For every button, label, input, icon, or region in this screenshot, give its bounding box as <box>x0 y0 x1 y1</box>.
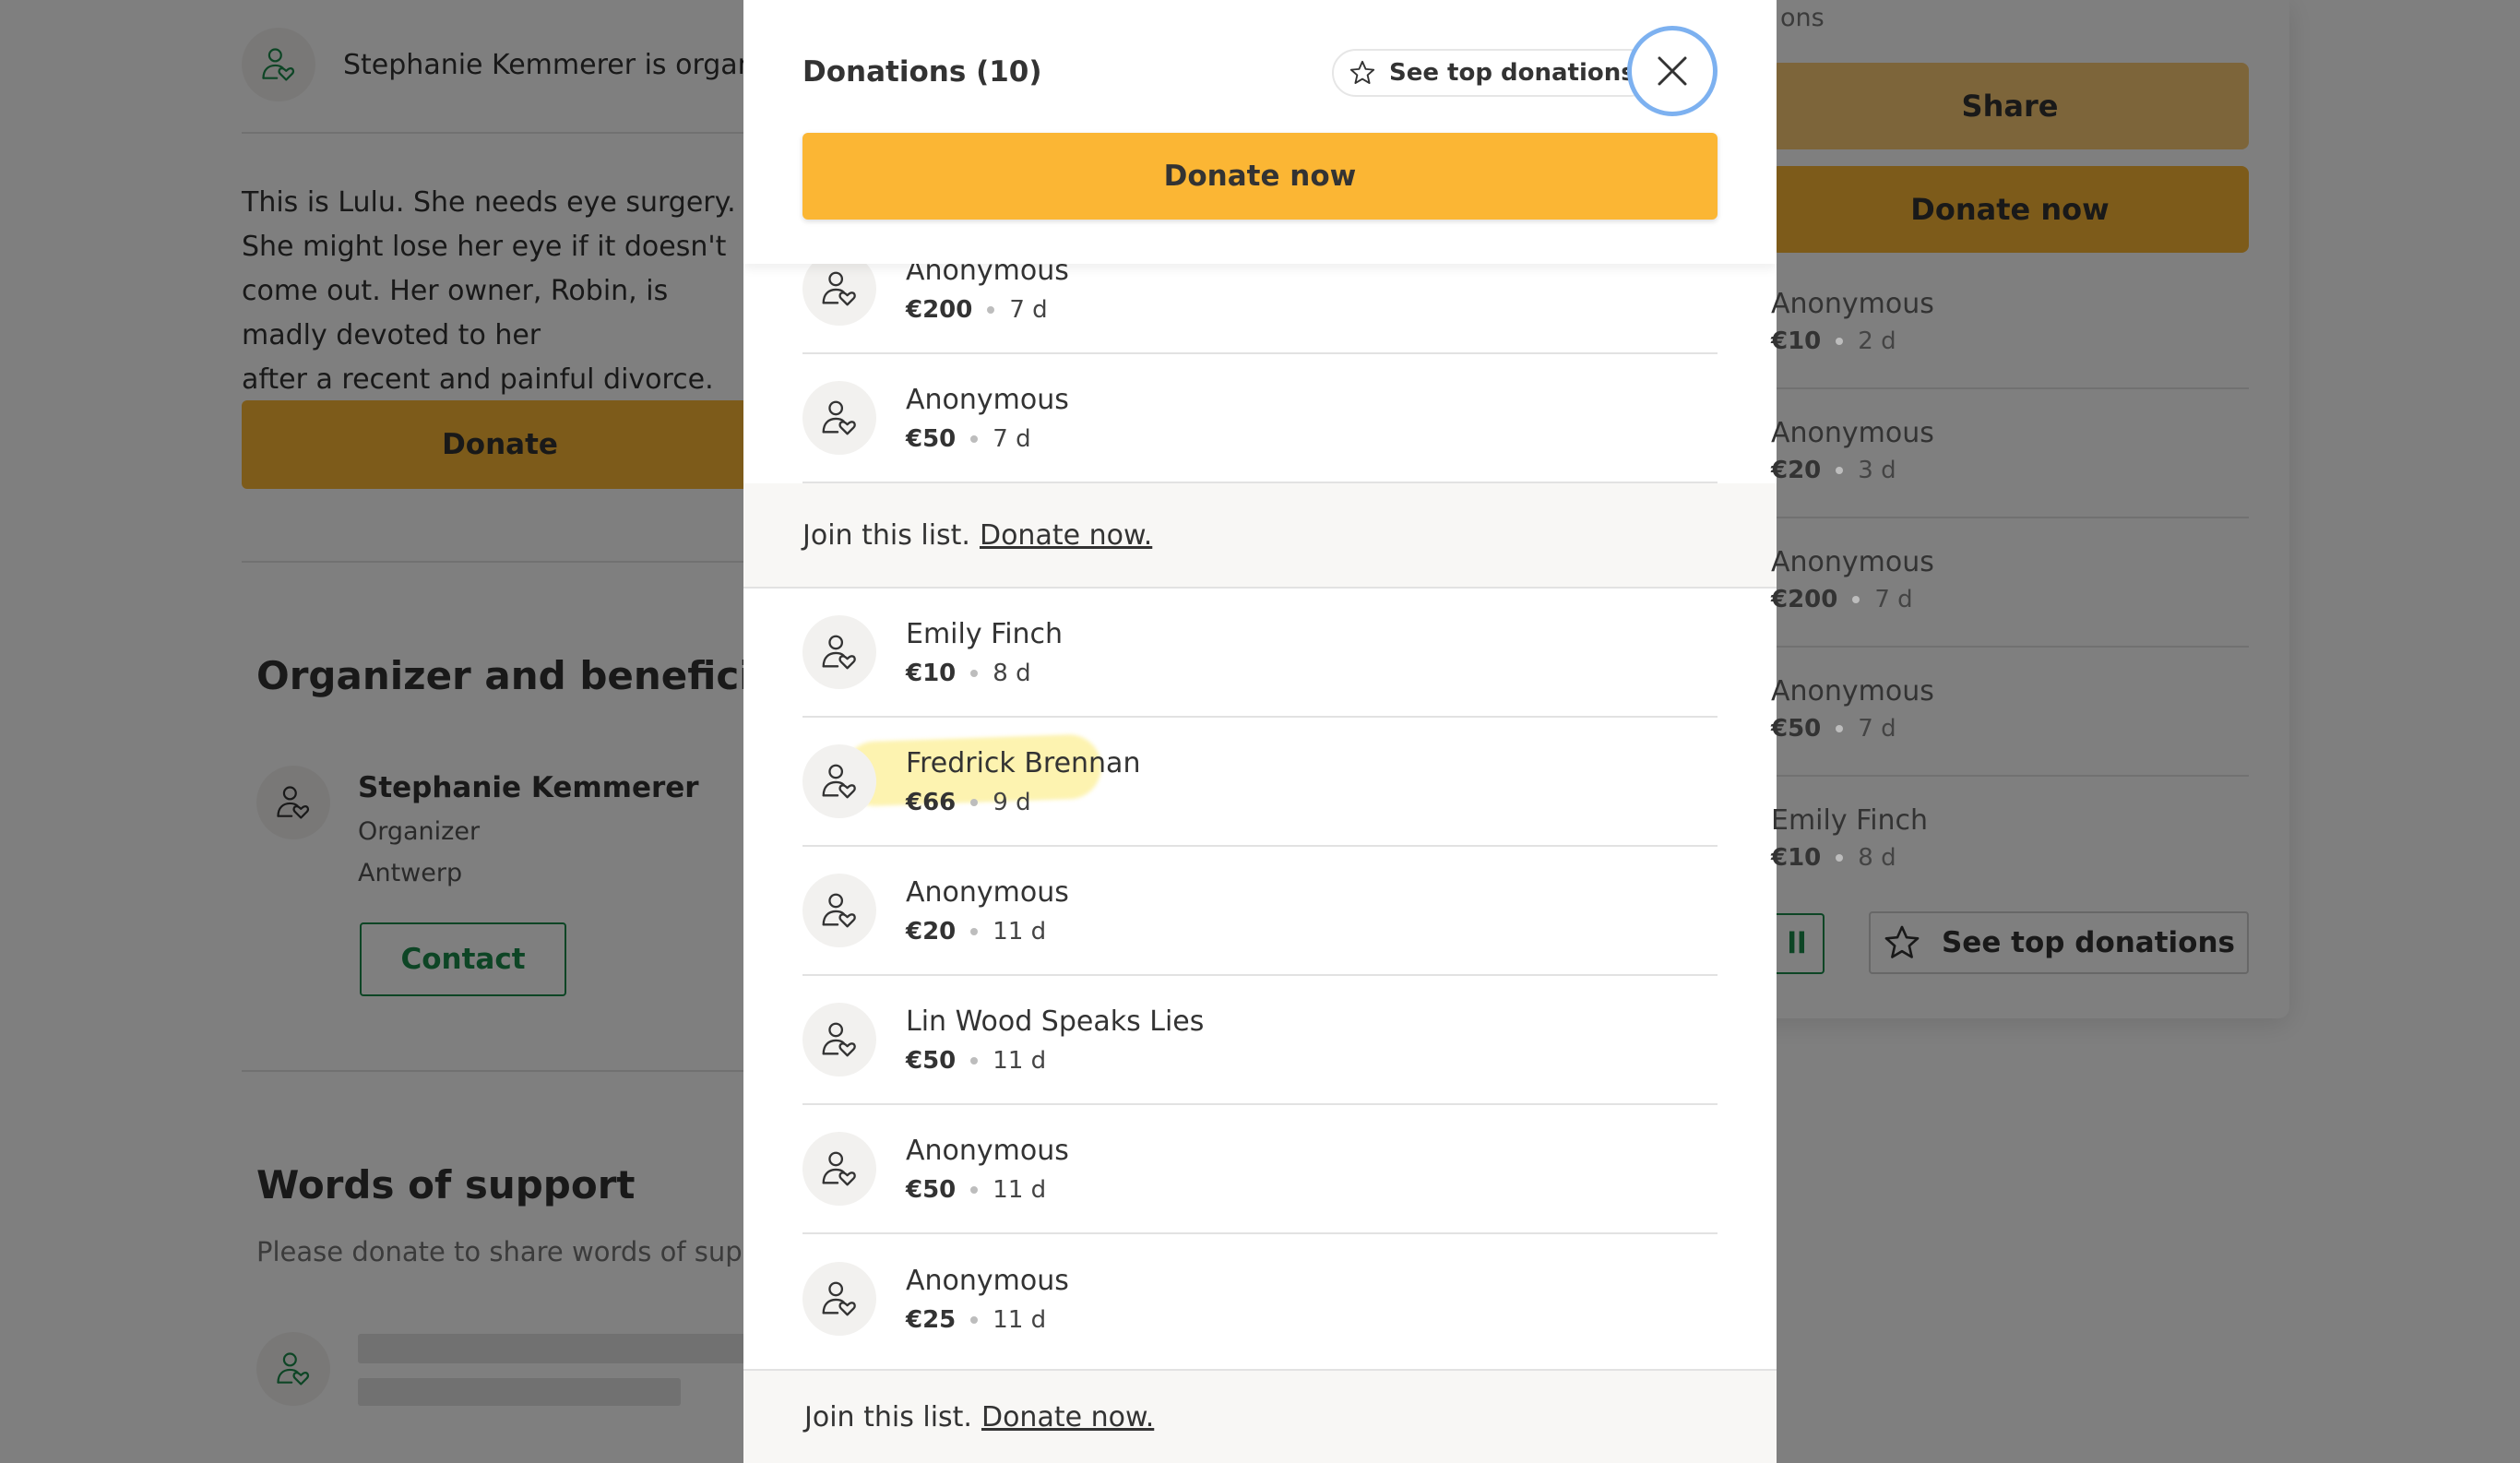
donor-name: Anonymous <box>1771 417 1934 449</box>
donation-meta: €66 9 d <box>906 789 1140 816</box>
join-text: Join this list. <box>804 1400 972 1433</box>
donor-heart-icon <box>802 615 876 689</box>
donation-meta: €200 7 d <box>1771 586 2249 613</box>
donation-time: 11 d <box>993 1175 1047 1204</box>
donation-amount: €50 <box>1771 715 1822 743</box>
star-icon <box>1349 59 1376 87</box>
close-icon <box>1658 56 1687 86</box>
donation-row: Anonymous €20 11 d <box>802 847 1718 976</box>
dot-separator <box>1836 854 1844 862</box>
donation-meta: €200 7 d <box>906 296 1069 324</box>
donation-meta: €50 11 d <box>906 1047 1204 1075</box>
donation-time: 3 d <box>1858 457 1896 484</box>
donor-name: Anonymous <box>1771 546 1934 578</box>
donation-meta: €10 8 d <box>906 660 1063 687</box>
close-button[interactable] <box>1627 26 1718 116</box>
donation-amount: €10 <box>906 659 957 687</box>
dot-separator <box>987 305 995 314</box>
donation-amount: €50 <box>906 1046 957 1075</box>
donor-name: Lin Wood Speaks Lies <box>906 1005 1205 1038</box>
donor-name: Anonymous <box>906 383 1069 416</box>
donation-time: 9 d <box>993 788 1031 816</box>
donation-time: 11 d <box>993 1046 1047 1075</box>
dot-separator <box>1852 596 1860 603</box>
donor-name: Fredrick Brennan <box>906 746 1141 779</box>
dot-separator <box>1836 467 1844 474</box>
donation-time: 11 d <box>993 917 1047 946</box>
dot-separator <box>970 927 979 935</box>
donor-name: Emily Finch <box>1771 804 1929 837</box>
donor-name: Emily Finch <box>906 617 1064 650</box>
donation-meta: €50 7 d <box>906 425 1069 453</box>
dot-separator <box>970 1056 979 1065</box>
donation-meta: €10 8 d <box>1771 844 2249 872</box>
donation-amount: €200 <box>906 295 973 324</box>
donation-row: Anonymous €50 7 d <box>802 354 1718 483</box>
join-text: Join this list. <box>802 518 970 552</box>
join-list-footer: Join this list. Donate now. <box>743 1369 1777 1463</box>
donation-meta: €10 2 d <box>1771 327 2249 355</box>
donation-amount: €20 <box>906 917 957 946</box>
modal-title: Donations (10) <box>802 55 1042 89</box>
donor-heart-icon <box>802 744 876 818</box>
donation-time: 2 d <box>1858 327 1896 355</box>
donor-heart-icon <box>802 874 876 947</box>
donation-row: Anonymous €25 11 d <box>802 1234 1718 1363</box>
dot-separator <box>970 434 979 443</box>
dot-separator <box>1836 725 1844 732</box>
donation-amount: €200 <box>1771 586 1838 613</box>
donation-list: Anonymous €200 7 d Anonymous €50 7 d Join … <box>743 225 1777 1363</box>
donation-time: 7 d <box>993 424 1031 453</box>
donation-meta: €20 3 d <box>1771 457 2249 484</box>
see-top-donations-button[interactable]: See top donations <box>1332 49 1654 97</box>
modal-header: Donations (10) See top donations Donate … <box>743 0 1777 264</box>
donor-name: Anonymous <box>1771 675 1934 708</box>
donations-modal: Donations (10) See top donations Donate … <box>743 0 1777 1463</box>
join-donate-link[interactable]: Donate now. <box>980 519 1152 552</box>
donor-heart-icon <box>802 1262 876 1336</box>
donation-amount: €50 <box>906 424 957 453</box>
donation-row: Lin Wood Speaks Lies €50 11 d <box>802 976 1718 1105</box>
donation-row: Anonymous €50 11 d <box>802 1105 1718 1234</box>
donation-time: 7 d <box>1009 295 1048 324</box>
donation-amount: €66 <box>906 788 957 816</box>
donor-heart-icon <box>802 1003 876 1076</box>
see-top-donations-label: See top donations <box>1389 59 1635 87</box>
donation-time: 8 d <box>1858 844 1896 872</box>
donor-heart-icon <box>802 381 876 455</box>
donor-heart-icon <box>802 1132 876 1206</box>
donor-name: Anonymous <box>906 1264 1069 1297</box>
donation-amount: €50 <box>906 1175 957 1204</box>
dot-separator <box>970 1315 979 1324</box>
donation-time: 11 d <box>993 1305 1047 1334</box>
dot-separator <box>970 798 979 806</box>
donation-amount: €20 <box>1771 457 1822 484</box>
donation-amount: €25 <box>906 1305 957 1334</box>
donor-name: Anonymous <box>906 875 1069 909</box>
join-list-banner: Join this list. Donate now. <box>743 483 1777 589</box>
donation-amount: €10 <box>1771 327 1822 355</box>
donor-name: Anonymous <box>906 1134 1069 1167</box>
dot-separator <box>970 1185 979 1194</box>
donation-meta: €50 7 d <box>1771 715 2249 743</box>
donation-meta: €50 11 d <box>906 1176 1069 1204</box>
donation-row: Emily Finch €10 8 d <box>802 589 1718 718</box>
donation-amount: €10 <box>1771 844 1822 872</box>
dot-separator <box>1836 338 1844 345</box>
donate-now-button[interactable]: Donate now <box>802 133 1718 220</box>
dot-separator <box>970 669 979 677</box>
donor-name: Anonymous <box>1771 288 1934 320</box>
donation-meta: €25 11 d <box>906 1306 1069 1334</box>
donation-time: 8 d <box>993 659 1031 687</box>
donation-row-highlighted: Fredrick Brennan €66 9 d <box>802 718 1718 847</box>
donation-time: 7 d <box>1858 715 1896 743</box>
donation-time: 7 d <box>1874 586 1913 613</box>
join-donate-link[interactable]: Donate now. <box>981 1401 1154 1433</box>
donation-meta: €20 11 d <box>906 918 1069 946</box>
